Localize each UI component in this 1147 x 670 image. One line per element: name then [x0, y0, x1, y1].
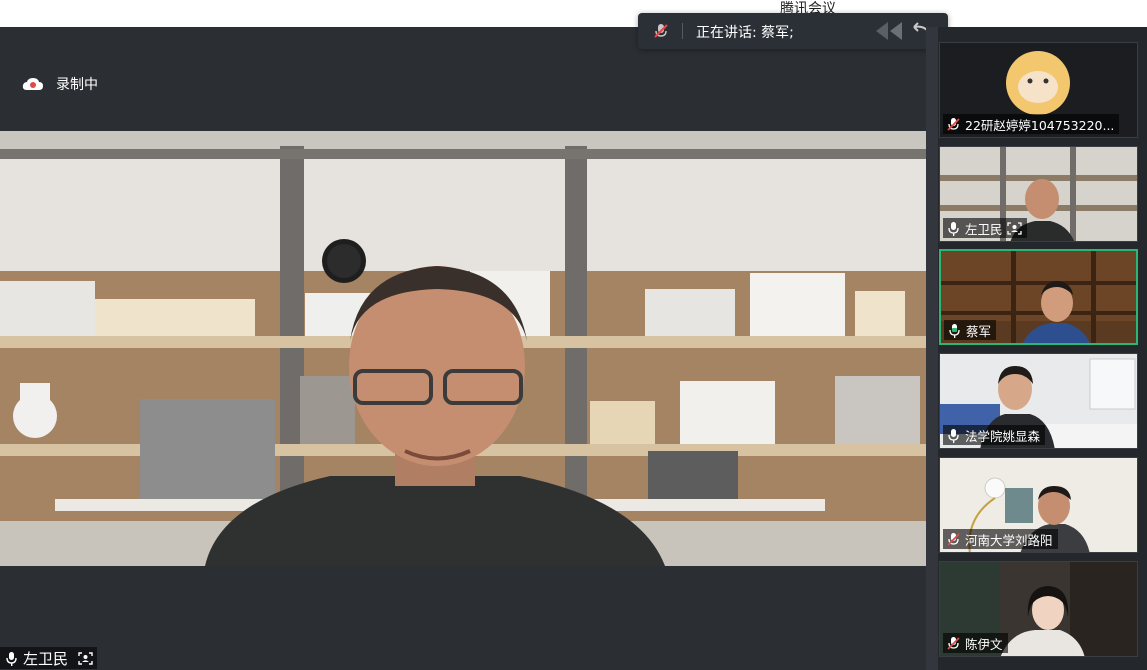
participant-name-tag: 左卫民 — [943, 218, 1027, 238]
participant-name: 左卫民 — [965, 221, 1003, 237]
participant-tile[interactable]: 法学院姚显森 — [939, 353, 1138, 449]
recording-label: 录制中 — [56, 77, 98, 93]
mic-muted-icon — [947, 636, 960, 650]
cloud-record-icon — [22, 78, 43, 90]
main-video-name: 左卫民 — [23, 649, 69, 668]
mic-muted-icon — [947, 117, 960, 131]
main-video-image — [0, 131, 926, 566]
participant-tile[interactable]: 河南大学刘路阳 — [939, 457, 1138, 553]
mic-icon — [948, 428, 959, 443]
speaking-text: 正在讲话: 蔡军; — [696, 25, 794, 41]
recording-indicator[interactable]: 录制中 — [22, 74, 98, 94]
participant-name: 蔡军 — [966, 323, 992, 339]
mic-speaking-icon — [949, 323, 960, 338]
face-frame-icon — [78, 651, 93, 665]
main-video-name-tag: 左卫民 — [0, 647, 98, 669]
participant-tile[interactable]: 22研赵婷婷104753220... — [939, 42, 1138, 138]
participant-name-tag: 法学院姚显森 — [943, 425, 1046, 445]
mic-muted-icon[interactable] — [652, 22, 670, 40]
mic-icon — [948, 221, 959, 236]
participant-name: 陈伊文 — [965, 636, 1003, 652]
participant-name-tag: 陈伊文 — [943, 633, 1008, 653]
main-video-feed[interactable] — [0, 131, 926, 566]
face-frame-icon — [1006, 221, 1022, 235]
title-bar: 腾讯会议 — [0, 0, 1147, 27]
participant-name: 22研赵婷婷104753220... — [965, 117, 1115, 133]
participant-name-tag: 蔡军 — [944, 320, 997, 340]
speaking-indicator-bar: 正在讲话: 蔡军; — [638, 13, 948, 49]
participant-name: 法学院姚显森 — [965, 428, 1041, 444]
participant-tile[interactable]: 陈伊文 — [939, 561, 1138, 657]
participant-tile-active[interactable]: 蔡军 — [939, 249, 1138, 345]
main-video-area: 录制中 左卫民 — [0, 27, 926, 670]
participant-tile[interactable]: 左卫民 — [939, 146, 1138, 242]
sidebar-scrollbar[interactable] — [926, 27, 938, 670]
mic-icon — [6, 651, 17, 666]
participant-name: 河南大学刘路阳 — [965, 532, 1053, 548]
participant-name-tag: 22研赵婷婷104753220... — [943, 114, 1120, 134]
mic-muted-icon — [947, 532, 960, 546]
divider — [682, 23, 683, 39]
participant-name-tag: 河南大学刘路阳 — [943, 529, 1058, 549]
